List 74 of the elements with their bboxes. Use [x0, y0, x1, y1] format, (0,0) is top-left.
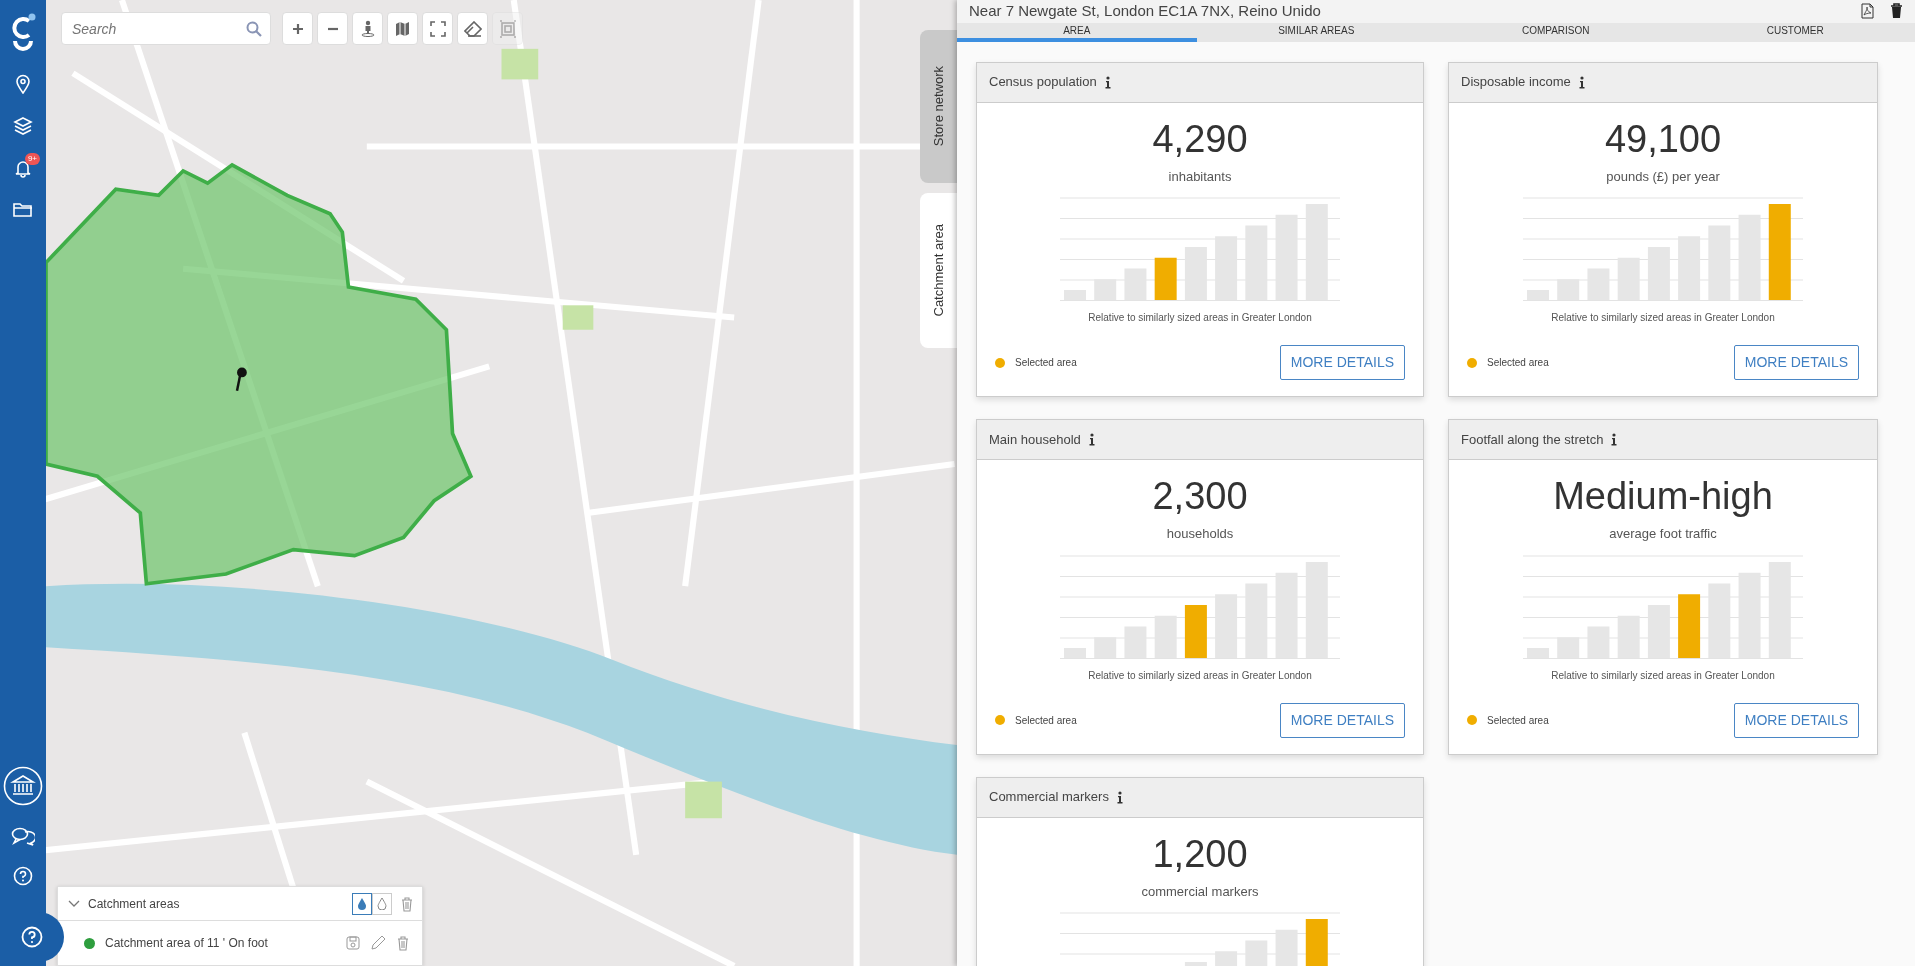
- metric-unit: inhabitants: [1168, 167, 1232, 186]
- chart-caption: Relative to similarly sized areas in Greater London: [1551, 668, 1775, 683]
- notification-badge: 9+: [24, 153, 40, 165]
- metric-value: 49,100: [1604, 116, 1722, 162]
- trash-icon[interactable]: [1890, 3, 1903, 19]
- more-details-button[interactable]: MORE DETAILS: [1733, 345, 1859, 380]
- panel-tab[interactable]: SIMILAR AREAS: [1196, 22, 1436, 42]
- person-icon: [359, 20, 376, 37]
- search-field[interactable]: Search: [61, 12, 271, 45]
- help-icon: [21, 926, 43, 948]
- info-icon[interactable]: [1611, 433, 1618, 446]
- info-icon[interactable]: [1088, 433, 1095, 446]
- chart-caption: Relative to similarly sized areas in Greater London: [1551, 311, 1775, 325]
- chart-caption: Relative to similarly sized areas in Greater London: [1088, 311, 1312, 325]
- card-title: Commercial markers: [989, 788, 1109, 807]
- legend-dot: [995, 715, 1005, 725]
- panel-tab[interactable]: CUSTOMER: [1675, 22, 1915, 42]
- filled-drop-button[interactable]: [352, 892, 372, 915]
- side-tab[interactable]: Catchment area: [920, 193, 957, 348]
- legend-dot: [1467, 357, 1477, 368]
- legend-dot: [995, 357, 1005, 368]
- logo-icon[interactable]: [9, 12, 37, 52]
- card-title: Main household: [989, 430, 1081, 449]
- legend-label: Selected area: [1487, 713, 1549, 728]
- zoom-in-icon: [290, 21, 305, 36]
- outline-drop-icon: [377, 897, 387, 910]
- panel-tab[interactable]: COMPARISON: [1436, 22, 1676, 42]
- selection-icon: [498, 19, 517, 38]
- side-tab[interactable]: Store network: [920, 30, 957, 183]
- eraser-button[interactable]: [457, 12, 488, 45]
- eraser-icon: [463, 20, 482, 37]
- card-title: Census population: [989, 73, 1097, 92]
- metric-value: 1,200: [1152, 831, 1248, 877]
- panel-tab[interactable]: AREA: [957, 22, 1197, 42]
- chevron-down-icon[interactable]: [68, 899, 80, 908]
- fullscreen-button[interactable]: [422, 12, 453, 45]
- map-button[interactable]: [387, 12, 418, 45]
- zoom-in-button[interactable]: [282, 12, 313, 45]
- info-icon[interactable]: [1104, 75, 1111, 89]
- more-details-button[interactable]: MORE DETAILS: [1279, 702, 1405, 738]
- help-icon[interactable]: [13, 866, 33, 886]
- bank-icon[interactable]: [3, 766, 43, 806]
- metric-unit: pounds (£) per year: [1606, 167, 1720, 186]
- legend-label: Selected area: [1015, 713, 1077, 728]
- person-button[interactable]: [352, 12, 383, 45]
- chart-caption: Relative to similarly sized areas in Greater London: [1088, 668, 1312, 683]
- chat-icon[interactable]: [11, 826, 35, 846]
- location-title: Near 7 Newgate St, London EC1A 7NX, Reino Unido: [969, 1, 1322, 21]
- location-pin-icon[interactable]: [14, 74, 32, 94]
- layers-icon[interactable]: [13, 116, 33, 136]
- fullscreen-icon: [429, 20, 446, 37]
- folder-icon[interactable]: [12, 200, 34, 218]
- legend-label: Selected area: [1487, 356, 1549, 370]
- metric-value: 4,290: [1152, 116, 1248, 162]
- legend-dot: [1467, 715, 1477, 725]
- pencil-icon[interactable]: [370, 935, 386, 951]
- metric-unit: commercial markers: [1141, 882, 1259, 901]
- metric-unit: average foot traffic: [1609, 525, 1717, 543]
- map-icon: [395, 20, 410, 37]
- search-icon: [246, 21, 262, 37]
- info-icon[interactable]: [1578, 75, 1585, 89]
- more-details-button[interactable]: MORE DETAILS: [1279, 345, 1405, 380]
- card-title: Disposable income: [1461, 73, 1571, 92]
- panel-title: Catchment areas: [88, 895, 181, 913]
- more-details-button[interactable]: MORE DETAILS: [1733, 702, 1859, 738]
- metric-unit: households: [1166, 525, 1234, 543]
- metric-value: 2,300: [1152, 474, 1248, 519]
- legend-label: Selected area: [1015, 356, 1077, 370]
- filled-drop-icon: [357, 897, 367, 910]
- area-label: Catchment area of 11 ' On foot: [105, 935, 269, 952]
- info-icon[interactable]: [1116, 790, 1123, 804]
- pdf-file-icon[interactable]: [1861, 3, 1874, 20]
- metric-value: Medium-high: [1553, 474, 1773, 519]
- card-title: Footfall along the stretch: [1461, 430, 1604, 449]
